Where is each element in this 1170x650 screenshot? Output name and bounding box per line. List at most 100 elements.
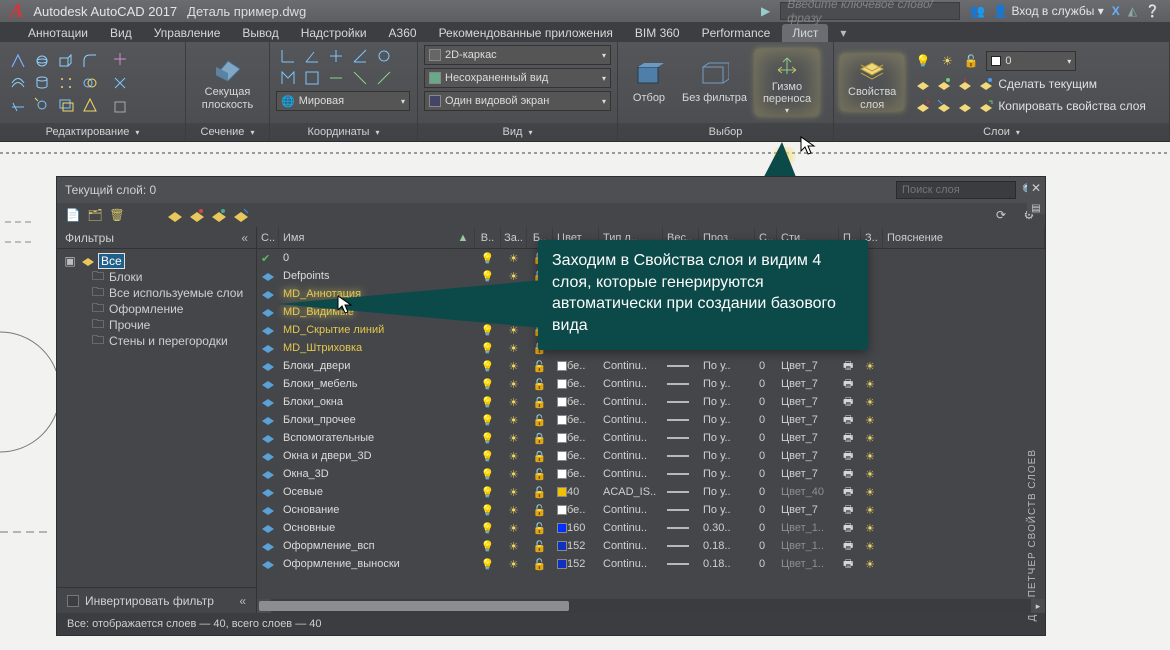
printer-icon[interactable]: 🖶: [843, 501, 853, 520]
layer-row[interactable]: Блоки_прочее💡☀🔓 бе..Continu..По у..0Цвет…: [257, 411, 1045, 429]
cylinder-icon[interactable]: [30, 72, 54, 94]
printer-icon[interactable]: 🖶: [843, 357, 853, 376]
misc-tool-1-icon[interactable]: [108, 48, 132, 70]
sun-freeze-icon[interactable]: ☀: [509, 342, 519, 355]
extrude-icon[interactable]: [6, 50, 30, 72]
bulb-icon[interactable]: 💡: [481, 378, 495, 391]
sun-freeze-icon[interactable]: ☀: [509, 450, 519, 463]
col-name[interactable]: Имя▲: [279, 227, 475, 248]
color-swatch[interactable]: [557, 469, 567, 479]
new-vp-sun-icon[interactable]: ☀: [865, 540, 875, 553]
layer-row[interactable]: Основные💡☀🔓 160Continu..0.30..0Цвет_1..🖶…: [257, 519, 1045, 537]
delete-layer-icon[interactable]: 🗑: [109, 207, 125, 223]
ucs-combo[interactable]: 🌐Мировая: [276, 91, 410, 111]
bulb-icon[interactable]: 💡: [481, 342, 495, 355]
lock-closed-icon[interactable]: 🔒: [533, 396, 547, 409]
color-swatch[interactable]: [557, 415, 567, 425]
tab-sheet[interactable]: Лист: [782, 24, 828, 42]
rect-off-icon[interactable]: [54, 94, 78, 116]
ucs-3-icon[interactable]: [324, 45, 348, 67]
layer-row[interactable]: Блоки_окна💡☀🔒 бе..Continu..По у..0Цвет_7…: [257, 393, 1045, 411]
invert-filter-checkbox[interactable]: [67, 595, 79, 607]
misc-tool-3-icon[interactable]: [108, 96, 132, 118]
ucs-6-icon[interactable]: [276, 67, 300, 89]
sun-freeze-icon[interactable]: ☀: [509, 540, 519, 553]
ucs-8-icon[interactable]: [324, 67, 348, 89]
tab-addins[interactable]: Надстройки: [291, 24, 377, 42]
current-layer-combo[interactable]: 0: [986, 51, 1076, 71]
ucs-9-icon[interactable]: [348, 67, 372, 89]
bulb-icon[interactable]: 💡: [481, 396, 495, 409]
printer-icon[interactable]: 🖶: [843, 537, 853, 556]
filter-blocks[interactable]: 🗀Блоки: [91, 269, 250, 285]
bulb-icon[interactable]: 💡: [481, 468, 495, 481]
tab-view[interactable]: Вид: [100, 24, 142, 42]
layer-tool-5-icon[interactable]: [914, 97, 932, 115]
sign-in-dropdown[interactable]: 👤 Вход в службы ▾: [993, 4, 1104, 18]
layer-row[interactable]: Оформление_всп💡☀🔓 152Continu..0.18..0Цве…: [257, 537, 1045, 555]
saved-view-combo[interactable]: Несохраненный вид: [424, 68, 611, 88]
tab-output[interactable]: Вывод: [232, 24, 288, 42]
col-description[interactable]: Пояснение: [883, 227, 1045, 248]
printer-icon[interactable]: 🖶: [843, 429, 853, 448]
fillet-icon[interactable]: [78, 50, 102, 72]
layer-tool-2-icon[interactable]: [935, 75, 953, 93]
tab-performance[interactable]: Performance: [692, 24, 781, 42]
match-layer-link[interactable]: Копировать свойства слоя: [998, 99, 1146, 113]
bulb-icon[interactable]: 💡: [481, 252, 495, 265]
color-swatch[interactable]: [557, 541, 567, 551]
layer-row[interactable]: Осевые💡☀🔓 40ACAD_IS..По у..0Цвет_40🖶☀: [257, 483, 1045, 501]
sun-freeze-icon[interactable]: ☀: [509, 360, 519, 373]
new-layer-icon[interactable]: 📄: [65, 207, 81, 223]
bulb-icon[interactable]: 💡: [481, 450, 495, 463]
ucs-1-icon[interactable]: [276, 45, 300, 67]
bulb-icon[interactable]: 💡: [481, 486, 495, 499]
new-vp-sun-icon[interactable]: ☀: [865, 378, 875, 391]
color-swatch[interactable]: [557, 433, 567, 443]
printer-icon[interactable]: 🖶: [843, 555, 853, 574]
lock-closed-icon[interactable]: 🔒: [533, 432, 547, 445]
scroll-right-icon[interactable]: ▸: [1031, 599, 1045, 613]
ucs-5-icon[interactable]: [372, 45, 396, 67]
color-swatch[interactable]: [557, 505, 567, 515]
color-swatch[interactable]: [557, 397, 567, 407]
printer-icon[interactable]: 🖶: [843, 411, 853, 430]
sun-freeze-icon[interactable]: ☀: [509, 252, 519, 265]
sun-freeze-icon[interactable]: ☀: [509, 522, 519, 535]
layer-state-4-icon[interactable]: [233, 207, 249, 223]
bulb-icon[interactable]: 💡: [481, 540, 495, 553]
new-vp-sun-icon[interactable]: ☀: [865, 414, 875, 427]
filter-other[interactable]: 🗀Прочие: [91, 317, 250, 333]
filter-all-used[interactable]: 🗀Все используемые слои: [91, 285, 250, 301]
color-swatch[interactable]: [557, 523, 567, 533]
lock-open-icon[interactable]: 🔓: [533, 558, 547, 571]
new-vp-sun-icon[interactable]: ☀: [865, 486, 875, 499]
sun-freeze-icon[interactable]: ☀: [509, 378, 519, 391]
sun-freeze-icon[interactable]: ☀: [509, 432, 519, 445]
layer-row[interactable]: Основание💡☀🔓 бе..Continu..По у..0Цвет_7🖶…: [257, 501, 1045, 519]
no-filter-button[interactable]: Без фильтра: [674, 60, 755, 104]
exchange-icon[interactable]: X: [1112, 4, 1120, 18]
layer-tool-6-icon[interactable]: [935, 97, 953, 115]
color-swatch[interactable]: [557, 379, 567, 389]
printer-icon[interactable]: 🖶: [843, 393, 853, 412]
offset-icon[interactable]: [6, 72, 30, 94]
sun-freeze-icon[interactable]: ☀: [509, 486, 519, 499]
color-swatch[interactable]: [557, 559, 567, 569]
layer-state-2-icon[interactable]: [189, 207, 205, 223]
close-icon[interactable]: ✕: [1031, 181, 1041, 195]
scroll-thumb[interactable]: [259, 601, 569, 611]
new-vp-sun-icon[interactable]: ☀: [865, 558, 875, 571]
bulb-icon[interactable]: 💡: [481, 360, 495, 373]
printer-icon[interactable]: 🖶: [843, 519, 853, 538]
new-vp-sun-icon[interactable]: ☀: [865, 360, 875, 373]
new-vp-sun-icon[interactable]: ☀: [865, 450, 875, 463]
layer-row[interactable]: Блоки_мебель💡☀🔓 бе..Continu..По у..0Цвет…: [257, 375, 1045, 393]
layer-tool-7-icon[interactable]: [956, 97, 974, 115]
lock-open-icon[interactable]: 🔓: [533, 378, 547, 391]
bulb-icon[interactable]: 💡: [481, 432, 495, 445]
filter-design[interactable]: 🗀Оформление: [91, 301, 250, 317]
ucs-10-icon[interactable]: [372, 67, 396, 89]
layer-tool-1-icon[interactable]: [914, 75, 932, 93]
lock-open-icon[interactable]: 🔓: [962, 52, 980, 70]
